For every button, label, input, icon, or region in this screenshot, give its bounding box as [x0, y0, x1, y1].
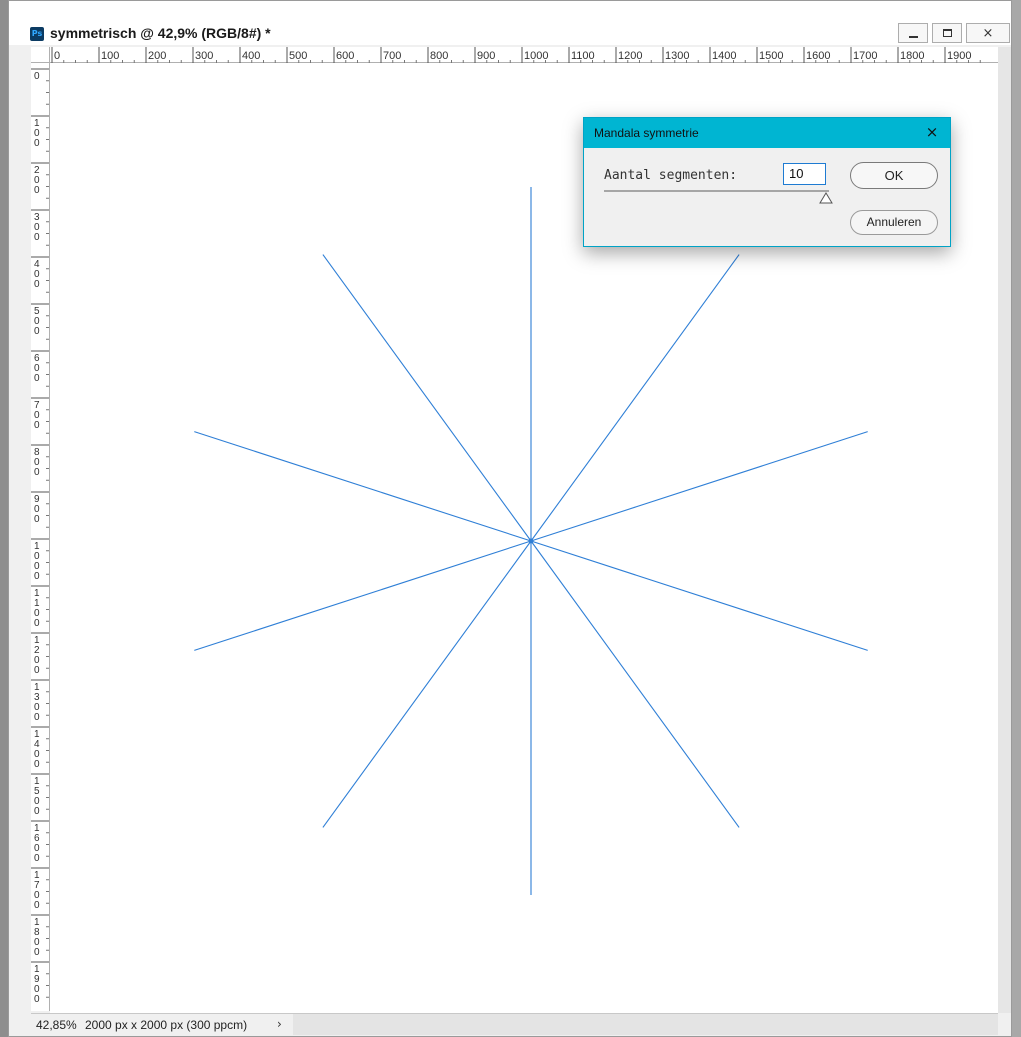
- dialog-close-button[interactable]: ×: [922, 123, 942, 141]
- vertical-ruler[interactable]: 0100200300400500600700800900100011001200…: [31, 63, 50, 1011]
- ruler-tick-label: 400: [242, 50, 260, 62]
- ruler-tick-label: 0: [34, 326, 40, 337]
- horizontal-ruler[interactable]: 0 100 200 300 400 500 600 700 800 900 1000 1100 1200…: [50, 47, 998, 63]
- symmetry-guide-line: [530, 540, 740, 828]
- horizontal-ruler-scale: 0 100 200 300 400 500 600 700 800 900 1000 1100 1200…: [51, 47, 981, 63]
- ruler-tick-label: 200: [148, 50, 166, 62]
- ruler-tick-label: 1400: [712, 50, 736, 62]
- ruler-origin[interactable]: [31, 47, 50, 63]
- zoom-level[interactable]: 42,85%: [36, 1018, 77, 1032]
- segments-label: Aantal segmenten:: [604, 168, 738, 183]
- left-panel-strip: [0, 0, 8, 1037]
- ruler-tick-label: 0: [34, 185, 40, 196]
- ruler-tick-label: 0: [34, 571, 40, 582]
- ruler-tick-label: 900: [477, 50, 495, 62]
- ruler-tick-label: 0: [34, 618, 40, 629]
- ruler-tick-label: 0: [34, 947, 40, 958]
- ruler-tick-label: 0: [34, 806, 40, 817]
- ruler-tick-label: 0: [34, 665, 40, 676]
- vertical-ruler-scale: 0100200300400500600700800900100011001200…: [31, 68, 49, 1005]
- ruler-tick-label: 0: [34, 71, 40, 82]
- ruler-tick-label: 1200: [618, 50, 642, 62]
- symmetry-center-point[interactable]: [528, 538, 534, 544]
- ruler-tick-label: 800: [430, 50, 448, 62]
- ruler-tick-label: 0: [34, 853, 40, 864]
- close-icon: ×: [982, 25, 994, 41]
- dialog-title: Mandala symmetrie: [594, 126, 699, 140]
- ruler-tick-label: 600: [336, 50, 354, 62]
- segments-input[interactable]: 10: [783, 163, 826, 185]
- vertical-scrollbar[interactable]: [998, 47, 1011, 1013]
- ruler-tick-label: 500: [289, 50, 307, 62]
- photoshop-icon: Ps: [30, 27, 44, 41]
- maximize-icon: [942, 29, 952, 37]
- cancel-button[interactable]: Annuleren: [850, 210, 938, 235]
- symmetry-guide-line: [530, 431, 868, 542]
- symmetry-guide-line: [530, 540, 868, 651]
- mandala-symmetry-dialog: Mandala symmetrie × Aantal segmenten: 10…: [583, 117, 951, 247]
- ruler-tick-label: 1700: [853, 50, 877, 62]
- symmetry-guide-line: [322, 254, 532, 542]
- ruler-tick-label: 0: [34, 759, 40, 770]
- ruler-tick-label: 0: [34, 712, 40, 723]
- minimize-icon: [908, 35, 918, 38]
- ruler-tick-label: 0: [34, 467, 40, 478]
- ruler-tick-label: 100: [101, 50, 119, 62]
- symmetry-guide-line: [530, 254, 740, 542]
- dialog-titlebar[interactable]: Mandala symmetrie ×: [584, 118, 950, 148]
- ruler-tick-label: 0: [34, 232, 40, 243]
- ruler-tick-label: 0: [34, 900, 40, 911]
- ruler-tick-label: 0: [34, 994, 40, 1005]
- ruler-tick-label: 1000: [524, 50, 548, 62]
- document-titlebar[interactable]: Ps symmetrisch @ 42,9% (RGB/8#) * ×: [9, 1, 1011, 45]
- ok-button[interactable]: OK: [850, 162, 938, 189]
- minimize-button[interactable]: [898, 23, 928, 43]
- ruler-tick-label: 700: [383, 50, 401, 62]
- ruler-tick-label: 1800: [900, 50, 924, 62]
- ruler-tick-label: 0: [54, 50, 60, 62]
- ruler-tick-label: 1500: [759, 50, 783, 62]
- status-bar: 42,85% 2000 px x 2000 px (300 ppcm) ›: [31, 1013, 998, 1035]
- document-info: 2000 px x 2000 px (300 ppcm): [85, 1018, 248, 1032]
- ruler-tick-label: 0: [34, 373, 40, 384]
- horizontal-scrollbar[interactable]: [293, 1014, 998, 1035]
- document-title: symmetrisch @ 42,9% (RGB/8#) *: [50, 25, 271, 41]
- maximize-button[interactable]: [932, 23, 962, 43]
- ruler-tick-label: 1300: [665, 50, 689, 62]
- window-controls: ×: [898, 23, 1010, 43]
- segments-slider-thumb[interactable]: [819, 192, 833, 204]
- close-button[interactable]: ×: [966, 23, 1010, 43]
- ruler-tick-label: 300: [195, 50, 213, 62]
- symmetry-guide-line: [194, 431, 532, 542]
- status-menu-arrow[interactable]: ›: [277, 1017, 282, 1031]
- ruler-tick-label: 0: [34, 514, 40, 525]
- ruler-tick-label: 1900: [947, 50, 971, 62]
- symmetry-guide-line: [322, 540, 532, 828]
- symmetry-guide-line: [194, 540, 532, 651]
- ruler-tick-label: 0: [34, 138, 40, 149]
- ruler-tick-label: 0: [34, 420, 40, 431]
- ruler-tick-label: 1600: [806, 50, 830, 62]
- segments-slider-track[interactable]: [604, 190, 829, 192]
- ruler-tick-label: 1100: [571, 50, 595, 62]
- ruler-tick-label: 0: [34, 279, 40, 290]
